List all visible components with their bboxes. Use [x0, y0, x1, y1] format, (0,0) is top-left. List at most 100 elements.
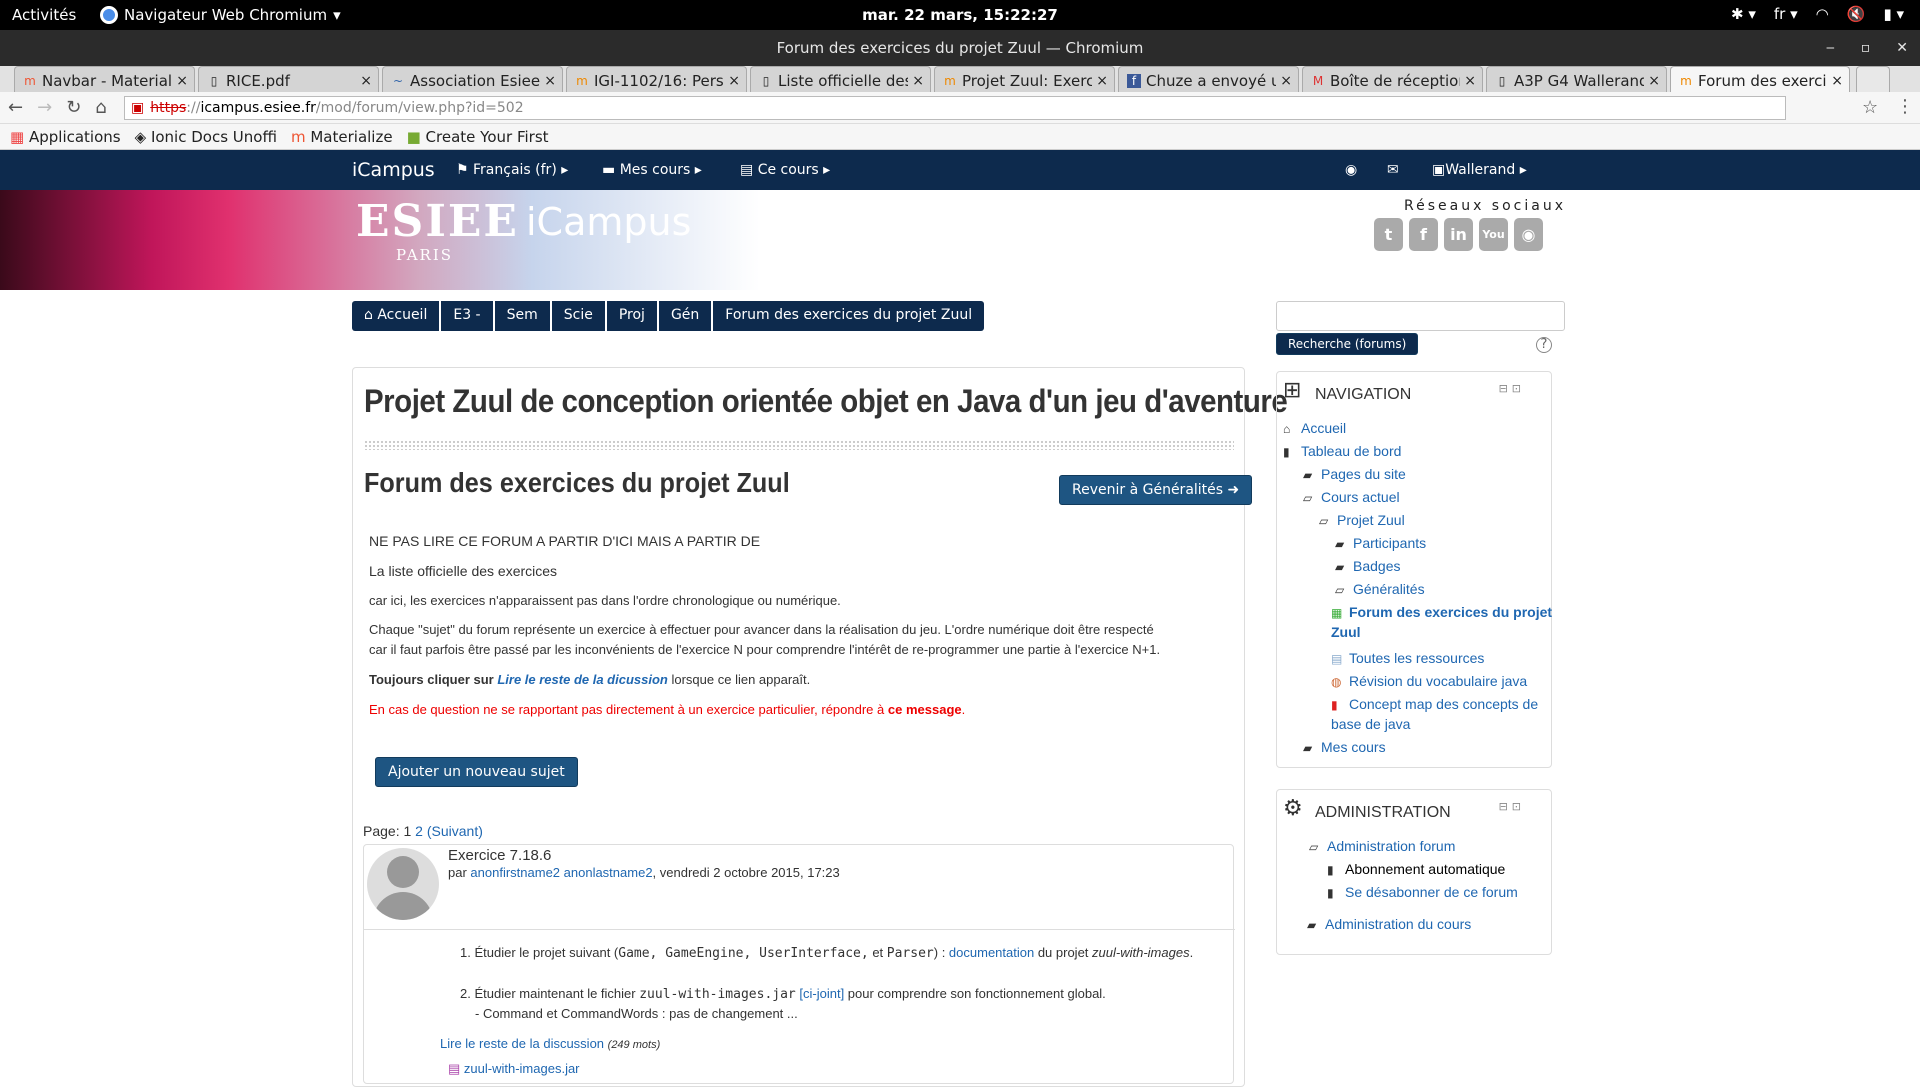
- nav-item-vocab[interactable]: ◍ Révision du vocabulaire java: [1331, 673, 1527, 689]
- add-topic-button[interactable]: Ajouter un nouveau sujet: [375, 757, 578, 787]
- battery-icon[interactable]: ▮ ▾: [1883, 5, 1904, 23]
- clock[interactable]: mar. 22 mars, 15:22:27: [0, 6, 1920, 24]
- this-course-menu[interactable]: ▤ Ce cours ▸: [740, 162, 830, 178]
- tab[interactable]: ▯ Liste officielle des ×: [750, 66, 931, 92]
- block-controls[interactable]: ⊟⊡: [1499, 382, 1525, 395]
- bookmark-apps[interactable]: ▦ Applications: [10, 128, 121, 146]
- close-tab-icon[interactable]: ×: [544, 73, 556, 89]
- breadcrumb-item[interactable]: Scie: [549, 301, 605, 331]
- esiee-logo[interactable]: ESIEE: [356, 196, 519, 247]
- tab-active[interactable]: m Forum des exercic ×: [1670, 66, 1850, 92]
- language-menu[interactable]: ⚑ Français (fr) ▸: [456, 162, 568, 178]
- linkedin-icon[interactable]: in: [1444, 218, 1473, 251]
- system-tray[interactable]: ✱ ▾ fr ▾ ◠ 🔇 ▮ ▾: [1731, 5, 1904, 23]
- menu-icon[interactable]: ⋮: [1896, 96, 1914, 117]
- forum-search-button[interactable]: Recherche (forums): [1276, 333, 1419, 355]
- nav-item-my-courses[interactable]: ▰ Mes cours: [1303, 739, 1386, 755]
- tab[interactable]: m Projet Zuul: Exerci ×: [934, 66, 1115, 92]
- website-icon[interactable]: ◉: [1514, 218, 1543, 251]
- nav-item-resources[interactable]: ▤ Toutes les ressources: [1331, 650, 1484, 666]
- next-page-link[interactable]: (Suivant): [427, 823, 483, 839]
- readmore-example-link[interactable]: Lire le reste de la dicussion: [497, 672, 668, 687]
- breadcrumb-item[interactable]: Gén: [656, 301, 711, 331]
- block-controls[interactable]: ⊟⊡: [1499, 800, 1525, 813]
- avatar[interactable]: [367, 848, 439, 920]
- maximize-icon[interactable]: ▫: [1861, 30, 1871, 66]
- bookmark-star-icon[interactable]: ☆: [1862, 97, 1878, 118]
- nav-item-current-course[interactable]: ▱ Cours actuel: [1303, 489, 1400, 505]
- close-tab-icon[interactable]: ×: [360, 73, 372, 89]
- language-indicator[interactable]: fr ▾: [1774, 5, 1798, 23]
- post-author-link[interactable]: anonfirstname2 anonlastname2: [470, 865, 652, 880]
- insecure-lock-icon[interactable]: ▣: [131, 100, 144, 116]
- close-tab-icon[interactable]: ×: [1831, 73, 1843, 89]
- my-courses-menu[interactable]: ▬ Mes cours ▸: [602, 162, 702, 178]
- admin-unsubscribe[interactable]: ▮ Se désabonner de ce forum: [1327, 884, 1518, 900]
- close-tab-icon[interactable]: ×: [912, 73, 924, 89]
- address-bar[interactable]: ▣ https://icampus.esiee.fr/mod/forum/vie…: [124, 96, 1786, 120]
- breadcrumb-current[interactable]: Forum des exercices du projet Zuul: [711, 301, 984, 331]
- exercise-list-link[interactable]: La liste officielle des exercices: [369, 563, 557, 579]
- tab[interactable]: m IGI-1102/16: Pers ×: [566, 66, 747, 92]
- nav-item-participants[interactable]: ▰ Participants: [1335, 535, 1426, 551]
- facebook-icon[interactable]: f: [1409, 218, 1438, 251]
- wifi-icon[interactable]: ◠: [1816, 5, 1829, 23]
- forward-icon[interactable]: →: [37, 97, 52, 118]
- post-subject[interactable]: Exercice 7.18.6: [448, 847, 551, 864]
- this-message-link[interactable]: ce message: [888, 702, 962, 717]
- minimize-icon[interactable]: ‒: [1826, 30, 1835, 66]
- nav-item-project-zuul[interactable]: ▱ Projet Zuul: [1319, 512, 1405, 528]
- documentation-link[interactable]: documentation: [949, 945, 1034, 960]
- tab[interactable]: ▯ RICE.pdf ×: [198, 66, 379, 92]
- breadcrumb-item[interactable]: E3 -: [439, 301, 492, 331]
- close-tab-icon[interactable]: ×: [176, 73, 188, 89]
- notifications-icon[interactable]: ◉: [1345, 162, 1357, 178]
- read-more-link[interactable]: Lire le reste de la discussion: [440, 1036, 604, 1051]
- page-link[interactable]: 2: [415, 823, 423, 839]
- home-icon[interactable]: ⌂: [95, 97, 106, 118]
- youtube-icon[interactable]: You: [1479, 218, 1508, 251]
- close-tab-icon[interactable]: ×: [1648, 73, 1660, 89]
- close-tab-icon[interactable]: ×: [1464, 73, 1476, 89]
- bookmark-materialize[interactable]: m Materialize: [291, 128, 393, 146]
- tab[interactable]: m Navbar - Materialize×: [14, 66, 195, 92]
- help-icon[interactable]: ?: [1536, 337, 1552, 353]
- volume-icon[interactable]: 🔇: [1847, 5, 1866, 23]
- close-tab-icon[interactable]: ×: [1280, 73, 1292, 89]
- twitter-icon[interactable]: t: [1374, 218, 1403, 251]
- attachment-file-link[interactable]: zuul-with-images.jar: [464, 1061, 580, 1076]
- back-to-general-button[interactable]: Revenir à Généralités ➜: [1059, 475, 1253, 505]
- nav-item-forum-cont[interactable]: Zuul: [1331, 624, 1361, 640]
- accessibility-icon[interactable]: ✱ ▾: [1731, 5, 1756, 23]
- close-icon[interactable]: ✕: [1896, 30, 1908, 66]
- close-tab-icon[interactable]: ×: [728, 73, 740, 89]
- tab[interactable]: M Boîte de réception ×: [1302, 66, 1483, 92]
- nav-item-home[interactable]: ⌂ Accueil: [1283, 420, 1346, 436]
- nav-item-badges[interactable]: ▰ Badges: [1335, 558, 1400, 574]
- tab[interactable]: f Chuze a envoyé un ×: [1118, 66, 1299, 92]
- back-icon[interactable]: ←: [8, 97, 23, 118]
- nav-item-concept-map[interactable]: ▮ Concept map des concepts de: [1331, 696, 1538, 712]
- nav-item-forum[interactable]: ▦ Forum des exercices du projet: [1331, 604, 1552, 620]
- new-tab-button[interactable]: [1856, 66, 1890, 92]
- close-tab-icon[interactable]: ×: [1096, 73, 1108, 89]
- forum-search-input[interactable]: [1276, 301, 1565, 331]
- tab[interactable]: ▯ A3P G4 Wallerand ×: [1486, 66, 1667, 92]
- breadcrumb-item[interactable]: Sem: [492, 301, 550, 331]
- tab[interactable]: ~ Association Esiees ×: [382, 66, 563, 92]
- breadcrumb-item[interactable]: Proj: [604, 301, 657, 331]
- nav-item-dashboard[interactable]: ▮ Tableau de bord: [1283, 443, 1401, 459]
- attachment-link[interactable]: [ci-joint]: [799, 986, 844, 1001]
- bookmark-create[interactable]: ■ Create Your First: [407, 128, 549, 146]
- user-menu[interactable]: ▣Wallerand ▸: [1432, 162, 1527, 178]
- bookmark-ionic[interactable]: ◈ Ionic Docs Unoffi: [135, 128, 277, 146]
- breadcrumb-home[interactable]: ⌂ Accueil: [352, 301, 439, 331]
- nav-item-site-pages[interactable]: ▰ Pages du site: [1303, 466, 1406, 482]
- site-brand[interactable]: iCampus: [352, 159, 435, 181]
- reload-icon[interactable]: ↻: [66, 97, 81, 118]
- admin-course[interactable]: ▰ Administration du cours: [1307, 916, 1471, 932]
- admin-forum[interactable]: ▱ Administration forum: [1309, 838, 1455, 854]
- messages-icon[interactable]: ✉: [1387, 162, 1399, 178]
- nav-item-general[interactable]: ▱ Généralités: [1335, 581, 1425, 597]
- nav-item-concept-map-cont[interactable]: base de java: [1331, 716, 1410, 732]
